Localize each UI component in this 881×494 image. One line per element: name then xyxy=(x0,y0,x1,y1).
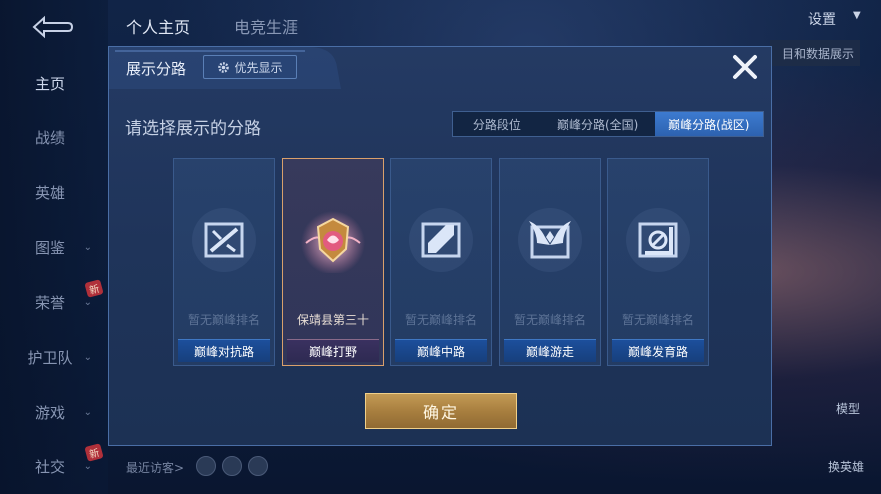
mid-lane-icon xyxy=(409,208,473,272)
lane-name: 巅峰对抗路 xyxy=(178,339,270,362)
new-badge: 新 xyxy=(84,443,104,462)
sidebar-item-home[interactable]: 主页 xyxy=(0,68,100,98)
confirm-button[interactable]: 确定 xyxy=(365,393,517,429)
lane-type-tabs: 分路段位 巅峰分路(全国) 巅峰分路(战区) xyxy=(452,111,764,137)
rank-text: 暂无巅峰排名 xyxy=(404,313,477,327)
chevron-down-icon: ⌄ xyxy=(83,460,92,472)
model-button[interactable]: 模型 xyxy=(836,400,860,417)
rank-text: 暂无巅峰排名 xyxy=(187,313,260,327)
back-arrow-icon[interactable] xyxy=(28,14,74,40)
tab-personal-home[interactable]: 个人主页 xyxy=(126,14,190,38)
avatar[interactable] xyxy=(196,456,216,476)
data-display-label: 目和数据展示 xyxy=(781,46,854,61)
close-icon xyxy=(733,55,757,79)
lane-name: 巅峰发育路 xyxy=(612,339,704,362)
avatar[interactable] xyxy=(222,456,242,476)
sidebar-item-label: 社交 xyxy=(34,457,65,476)
top-nav: 个人主页 电竞生涯 xyxy=(108,0,881,40)
chevron-down-icon: ⌄ xyxy=(83,406,92,418)
lane-card-jungle[interactable]: 保靖县第三十 巅峰打野 xyxy=(282,158,384,366)
sidebar-item-label: 战绩 xyxy=(34,128,65,147)
sidebar-item-label: 荣誉 xyxy=(34,293,65,312)
sidebar-item-label: 英雄 xyxy=(34,183,65,202)
sidebar-item-collection[interactable]: 图鉴 ⌄ xyxy=(0,232,100,262)
rank-text: 暂无巅峰排名 xyxy=(513,313,586,327)
lane-name: 巅峰中路 xyxy=(395,339,487,362)
recent-visitors-link[interactable]: 最近访客> xyxy=(126,459,184,476)
sidebar-item-guard[interactable]: 护卫队 ⌄ xyxy=(0,342,100,372)
priority-display-button[interactable]: 优先显示 xyxy=(203,55,297,79)
change-hero-button[interactable]: 换英雄 xyxy=(828,458,864,475)
sidebar-item-honor[interactable]: 荣誉 ⌄ xyxy=(0,287,100,317)
tab-esports-career[interactable]: 电竞生涯 xyxy=(234,14,298,38)
lane-name: 巅峰游走 xyxy=(504,339,596,362)
sidebar-item-record[interactable]: 战绩 xyxy=(0,122,100,152)
chevron-down-icon: ⌄ xyxy=(83,241,92,253)
jungle-emblem-icon xyxy=(301,211,365,273)
clash-lane-icon xyxy=(192,208,256,272)
priority-display-label: 优先显示 xyxy=(234,60,283,75)
lane-display-dialog: 展示分路 优先显示 请选择展示的分路 分路段位 巅峰分路(全国) 巅峰分路(战区… xyxy=(108,46,772,446)
sidebar: 主页 战绩 英雄 图鉴 ⌄ 荣誉 ⌄ 新 护卫队 ⌄ 游戏 ⌄ 社交 ⌄ 新 xyxy=(0,0,108,494)
sidebar-item-games[interactable]: 游戏 ⌄ xyxy=(0,397,100,427)
sidebar-item-label: 游戏 xyxy=(34,403,65,422)
sidebar-item-social[interactable]: 社交 ⌄ xyxy=(0,451,100,481)
sidebar-item-label: 图鉴 xyxy=(34,238,65,257)
settings-button[interactable]: 设置 xyxy=(808,9,836,29)
sidebar-item-label: 主页 xyxy=(34,74,65,93)
lane-card-farm[interactable]: 暂无巅峰排名 巅峰发育路 xyxy=(607,158,709,366)
tab-lane-rank[interactable]: 分路段位 xyxy=(453,112,541,136)
chevron-down-icon: ▼ xyxy=(853,10,861,21)
gear-icon xyxy=(218,61,230,73)
lane-card-clash[interactable]: 暂无巅峰排名 巅峰对抗路 xyxy=(173,158,275,366)
avatar[interactable] xyxy=(248,456,268,476)
lane-name: 巅峰打野 xyxy=(287,339,379,362)
lane-card-roam[interactable]: 暂无巅峰排名 巅峰游走 xyxy=(499,158,601,366)
new-badge: 新 xyxy=(84,279,104,298)
lane-card-mid[interactable]: 暂无巅峰排名 巅峰中路 xyxy=(390,158,492,366)
chevron-down-icon: ⌄ xyxy=(83,351,92,363)
tab-peak-lane-zone[interactable]: 巅峰分路(战区) xyxy=(654,112,763,136)
roam-wings-icon xyxy=(518,208,582,272)
chevron-down-icon: ⌄ xyxy=(83,296,92,308)
sidebar-item-heroes[interactable]: 英雄 xyxy=(0,177,100,207)
data-display-button[interactable]: 目和数据展示 xyxy=(770,40,860,66)
dialog-title: 展示分路 xyxy=(126,60,187,78)
rank-text: 暂无巅峰排名 xyxy=(621,313,694,327)
confirm-label: 确定 xyxy=(422,403,459,422)
sidebar-item-label: 护卫队 xyxy=(27,348,73,367)
lane-select-prompt: 请选择展示的分路 xyxy=(125,119,261,139)
tab-peak-lane-national[interactable]: 巅峰分路(全国) xyxy=(541,112,655,136)
rank-text: 保靖县第三十 xyxy=(296,313,369,327)
farm-lane-icon xyxy=(626,208,690,272)
close-button[interactable] xyxy=(729,53,761,85)
